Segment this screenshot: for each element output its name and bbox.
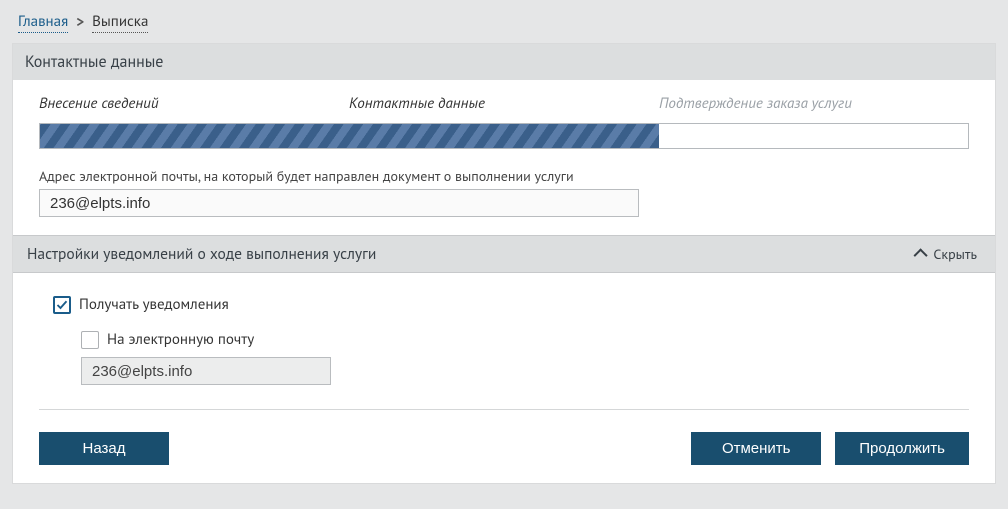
- breadcrumb: Главная > Выписка: [12, 10, 996, 43]
- breadcrumb-separator: >: [76, 13, 84, 32]
- notify-block: Получать уведомления На электронную почт…: [39, 273, 969, 410]
- breadcrumb-home[interactable]: Главная: [18, 12, 68, 33]
- email-input[interactable]: [39, 189, 639, 217]
- hide-toggle-label: Скрыть: [933, 245, 977, 263]
- check-icon: [56, 299, 68, 311]
- progress-fill: [40, 124, 659, 148]
- notify-section-title: Настройки уведомлений о ходе выполнения …: [27, 244, 376, 264]
- email-label: Адрес электронной почты, на который буде…: [39, 167, 969, 185]
- wizard-step-3: Подтверждение заказа услуги: [659, 94, 969, 113]
- continue-button[interactable]: Продолжить: [835, 432, 969, 465]
- progress-empty: [659, 124, 968, 148]
- chevron-up-icon: [914, 248, 928, 262]
- receive-notifications-row: Получать уведомления: [53, 295, 969, 314]
- button-row: Назад Отменить Продолжить: [39, 432, 969, 465]
- notify-section-header: Настройки уведомлений о ходе выполнения …: [13, 235, 995, 273]
- by-email-row: На электронную почту: [81, 330, 969, 349]
- breadcrumb-current: Выписка: [92, 12, 148, 33]
- back-button[interactable]: Назад: [39, 432, 169, 465]
- wizard-steps: Внесение сведений Контактные данные Подт…: [39, 94, 969, 113]
- receive-notifications-checkbox[interactable]: [53, 296, 71, 314]
- notify-email-input: [81, 357, 331, 385]
- wizard-step-1: Внесение сведений: [39, 94, 349, 113]
- cancel-button[interactable]: Отменить: [691, 432, 821, 465]
- receive-notifications-label: Получать уведомления: [79, 295, 229, 314]
- hide-toggle[interactable]: Скрыть: [917, 245, 977, 263]
- wizard-step-2: Контактные данные: [349, 94, 659, 113]
- by-email-label: На электронную почту: [107, 330, 254, 349]
- progress-bar: [39, 123, 969, 149]
- main-panel: Контактные данные Внесение сведений Конт…: [12, 43, 996, 484]
- by-email-checkbox[interactable]: [81, 331, 99, 349]
- panel-title: Контактные данные: [13, 44, 995, 80]
